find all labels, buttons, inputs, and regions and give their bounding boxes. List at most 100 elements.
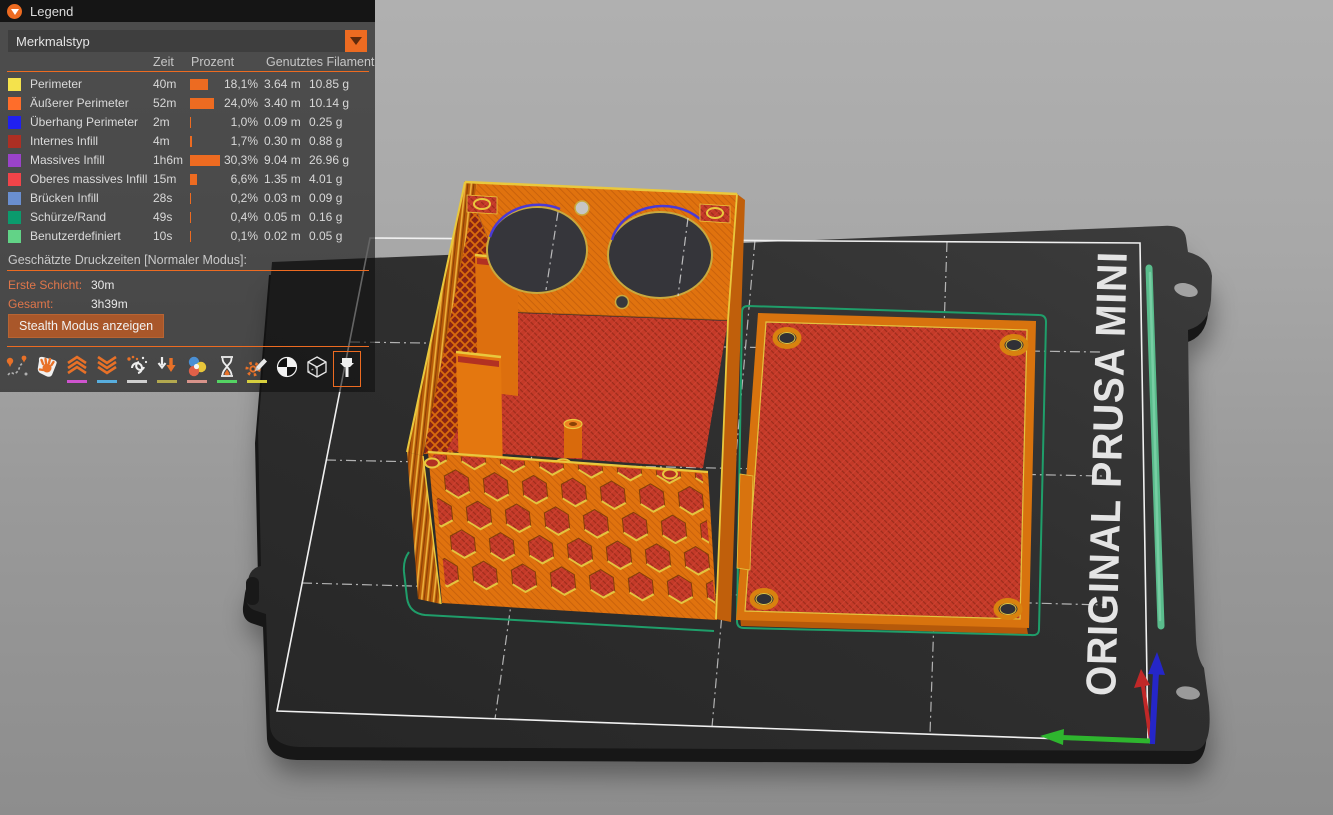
prusa-logo-icon (7, 4, 22, 19)
feature-color-swatch (8, 173, 21, 186)
percent-bar (190, 117, 191, 128)
feature-label: Überhang Perimeter (30, 115, 138, 129)
legend-row[interactable]: Äußerer Perimeter 52m 24,0% 3.40 m 10.14… (0, 94, 375, 113)
feature-grams: 0.09 g (309, 191, 342, 205)
legend-panel: Legend Merkmalstyp Zeit Prozent Genutzte… (0, 0, 375, 392)
feature-percent: 1,0% (208, 115, 258, 129)
retractions-icon[interactable] (63, 351, 91, 387)
first-layer-row: Erste Schicht: 30m (8, 278, 82, 292)
feature-grams: 0.88 g (309, 134, 342, 148)
box-standoff-hole (569, 422, 577, 426)
feature-grams: 0.16 g (309, 210, 342, 224)
object-lid-plate[interactable] (736, 313, 1036, 634)
legend-row[interactable]: Perimeter 40m 18,1% 3.64 m 10.85 g (0, 75, 375, 94)
feature-color-swatch (8, 78, 21, 91)
first-layer-value: 30m (91, 278, 114, 292)
app-window: ORIGINAL PRUSA MINI (0, 0, 1333, 815)
wipe-moves-icon[interactable] (33, 351, 61, 387)
feature-color-swatch (8, 230, 21, 243)
stealth-mode-button[interactable]: Stealth Modus anzeigen (8, 314, 164, 338)
divider (7, 270, 369, 271)
corner-pad (700, 204, 730, 223)
total-time-label: Gesamt: (8, 297, 53, 311)
legend-row[interactable]: Internes Infill 4m 1,7% 0.30 m 0.88 g (0, 132, 375, 151)
feature-grams: 0.25 g (309, 115, 342, 129)
tool-changes-icon[interactable] (153, 351, 181, 387)
view-type-dropdown-value: Merkmalstyp (16, 34, 90, 49)
feature-label: Perimeter (30, 77, 82, 91)
seams-icon[interactable] (123, 351, 151, 387)
feature-label: Massives Infill (30, 153, 105, 167)
divider (7, 71, 369, 72)
object-enclosure-box[interactable] (407, 182, 752, 622)
feature-time: 10s (153, 229, 172, 243)
feature-percent: 0,4% (208, 210, 258, 224)
feature-grams: 10.85 g (309, 77, 349, 91)
view-type-dropdown[interactable]: Merkmalstyp (8, 30, 367, 52)
feature-color-swatch (8, 211, 21, 224)
deretractions-icon[interactable] (93, 351, 121, 387)
fan-hole (608, 212, 712, 298)
screw-ring (663, 470, 677, 479)
percent-bar (190, 212, 191, 223)
feature-time: 2m (153, 115, 170, 129)
legend-row[interactable]: Schürze/Rand 49s 0,4% 0.05 m 0.16 g (0, 208, 375, 227)
legend-row[interactable]: Brücken Infill 28s 0,2% 0.03 m 0.09 g (0, 189, 375, 208)
lid-top-infill (745, 322, 1027, 619)
feature-label: Schürze/Rand (30, 210, 106, 224)
feature-meters: 1.35 m (264, 172, 301, 186)
divider (7, 346, 369, 347)
center-of-gravity-icon[interactable] (273, 351, 301, 387)
feature-percent: 30,3% (208, 153, 258, 167)
column-header-percent: Prozent (191, 55, 234, 69)
feature-label: Benutzerdefiniert (30, 229, 121, 243)
feature-percent: 24,0% (208, 96, 258, 110)
feature-meters: 0.09 m (264, 115, 301, 129)
feature-grams: 10.14 g (309, 96, 349, 110)
feature-percent: 6,6% (208, 172, 258, 186)
legend-titlebar[interactable]: Legend (0, 0, 375, 22)
feature-color-swatch (8, 97, 21, 110)
feature-label: Äußerer Perimeter (30, 96, 129, 110)
pause-prints-icon[interactable] (213, 351, 241, 387)
legend-toolbar (3, 351, 361, 387)
travel-paths-icon[interactable] (3, 351, 31, 387)
percent-bar (190, 193, 191, 204)
feature-label: Brücken Infill (30, 191, 99, 205)
percent-bar (190, 136, 192, 147)
column-header-filament: Genutztes Filament (266, 55, 374, 69)
feature-time: 52m (153, 96, 176, 110)
feature-color-swatch (8, 135, 21, 148)
legend-row[interactable]: Benutzerdefiniert 10s 0,1% 0.02 m 0.05 g (0, 227, 375, 246)
custom-gcodes-icon[interactable] (243, 351, 271, 387)
shells-icon[interactable] (303, 351, 331, 387)
feature-color-swatch (8, 192, 21, 205)
legend-row[interactable]: Überhang Perimeter 2m 1,0% 0.09 m 0.25 g (0, 113, 375, 132)
feature-color-swatch (8, 116, 21, 129)
feature-label: Oberes massives Infill (30, 172, 147, 186)
feature-percent: 0,1% (208, 229, 258, 243)
color-changes-icon[interactable] (183, 351, 211, 387)
axis-x-green (1062, 738, 1150, 742)
feature-percent: 1,7% (208, 134, 258, 148)
feature-time: 1h6m (153, 153, 183, 167)
total-time-row: Gesamt: 3h39m (8, 297, 53, 311)
feature-grams: 26.96 g (309, 153, 349, 167)
first-layer-label: Erste Schicht: (8, 278, 82, 292)
percent-bar (190, 231, 191, 242)
feature-label: Internes Infill (30, 134, 98, 148)
feature-percent: 18,1% (208, 77, 258, 91)
feature-meters: 3.40 m (264, 96, 301, 110)
total-time-value: 3h39m (91, 297, 128, 311)
feature-color-swatch (8, 154, 21, 167)
legend-title: Legend (30, 4, 73, 19)
dropdown-button[interactable] (345, 30, 367, 52)
feature-time: 40m (153, 77, 176, 91)
legend-row[interactable]: Oberes massives Infill 15m 6,6% 1.35 m 4… (0, 170, 375, 189)
legend-row[interactable]: Massives Infill 1h6m 30,3% 9.04 m 26.96 … (0, 151, 375, 170)
column-header-time: Zeit (153, 55, 174, 69)
feature-meters: 3.64 m (264, 77, 301, 91)
feature-meters: 0.03 m (264, 191, 301, 205)
legend-rows: Perimeter 40m 18,1% 3.64 m 10.85 g Äußer… (0, 75, 375, 246)
tool-marker-icon[interactable] (333, 351, 361, 387)
